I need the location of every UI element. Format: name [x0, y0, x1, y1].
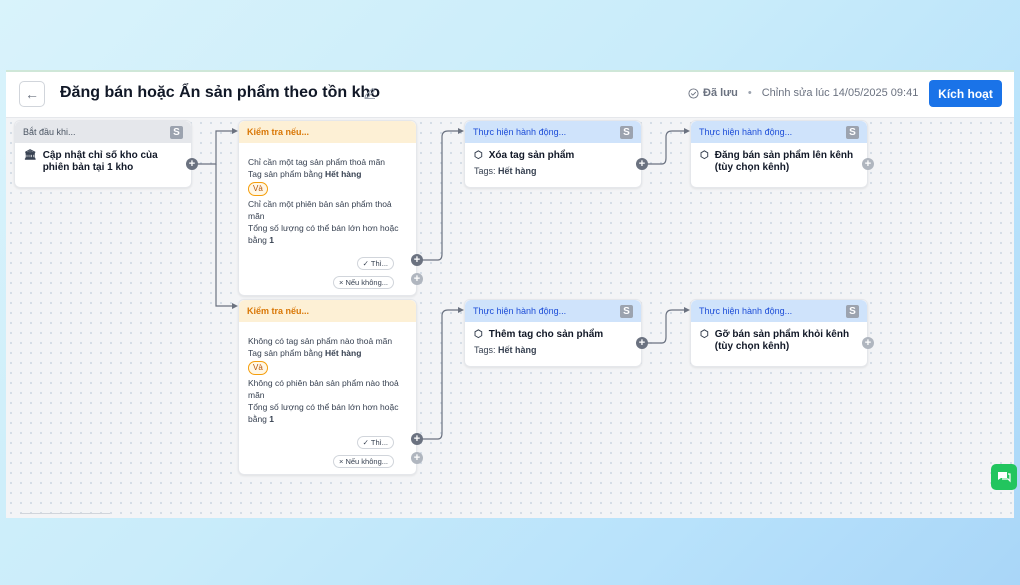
action-node-heading: Thực hiện hành động...: [699, 306, 793, 316]
workflow-editor: ← Đăng bán hoặc Ẩn sản phẩm theo tồn kho…: [6, 70, 1014, 518]
condition-rule-text: Tag sản phẩm bằng Hết hàng: [248, 348, 362, 358]
no-branch-chip[interactable]: × Nếu không...: [333, 276, 394, 289]
and-chip: Và: [248, 182, 268, 196]
sapo-logo-icon: S: [620, 304, 633, 318]
action-title: ⬡ Gỡ bán sản phẩm khỏi kênh (tùy chọn kê…: [700, 329, 858, 353]
back-button[interactable]: ←: [19, 81, 45, 107]
add-step-plus-icon[interactable]: +: [862, 337, 874, 349]
zoom-controls[interactable]: [20, 513, 110, 518]
chat-icon: [998, 472, 1011, 483]
condition-node-1-heading: Kiểm tra nếu...: [247, 127, 310, 137]
condition-node-2-body: Không có tag sản phẩm nào thoả mãn Tag s…: [239, 322, 416, 432]
saved-label: Đã lưu: [703, 87, 738, 99]
action-title-text: Thêm tag cho sản phẩm: [488, 329, 604, 340]
action-node-add-tag[interactable]: Thực hiện hành động... S ⬡ Thêm tag cho …: [464, 299, 642, 367]
action-node-header: Thực hiện hành động... S: [691, 300, 867, 322]
condition-node-2-heading: Kiểm tra nếu...: [247, 306, 310, 316]
condition-node-1-body: Chỉ cần một tag sản phẩm thoả mãn Tag sả…: [239, 143, 416, 253]
trigger-node-header: Bắt đầu khi... S: [15, 121, 191, 143]
condition-node-1[interactable]: Kiểm tra nếu... Chỉ cần một tag sản phẩm…: [238, 120, 417, 296]
arrow-left-icon: ←: [25, 86, 39, 102]
condition-rule-text: Không có phiên bản sản phẩm nào thoả mãn: [248, 378, 399, 400]
action-title: ⬡ Đăng bán sản phẩm lên kênh (tùy chọn k…: [700, 150, 858, 174]
box-icon: ⬡: [474, 329, 483, 340]
action-node-heading: Thực hiện hành động...: [473, 306, 567, 316]
add-step-plus-icon[interactable]: +: [186, 158, 198, 170]
add-step-plus-icon[interactable]: +: [411, 273, 423, 285]
condition-rule-text: Chỉ cần một phiên bản sản phẩm thoả mãn: [248, 199, 392, 221]
chat-button[interactable]: [991, 464, 1017, 490]
box-icon: ⬡: [700, 150, 709, 161]
activate-button[interactable]: Kích hoạt: [929, 80, 1002, 107]
action-tags: Tags: Hết hàng: [474, 345, 537, 355]
sapo-logo-icon: S: [620, 125, 633, 139]
condition-rule-text: Tag sản phẩm bằng Hết hàng: [248, 169, 362, 179]
trigger-node[interactable]: Bắt đầu khi... S 🏛 Cập nhật chỉ số kho c…: [14, 120, 192, 188]
condition-rule-text: Không có tag sản phẩm nào thoả mãn: [248, 336, 393, 346]
separator-dot: •: [747, 87, 752, 99]
action-node-publish[interactable]: Thực hiện hành động... S ⬡ Đăng bán sản …: [690, 120, 868, 188]
trigger-title-text: Cập nhật chỉ số kho của phiên bản tại 1 …: [42, 150, 158, 173]
action-title: ⬡ Thêm tag cho sản phẩm: [474, 329, 632, 341]
condition-node-2-header: Kiểm tra nếu...: [239, 300, 416, 322]
action-tags: Tags: Hết hàng: [474, 166, 537, 176]
warehouse-icon: 🏛: [24, 150, 37, 161]
action-title-text: Gỡ bán sản phẩm khỏi kênh (tùy chọn kênh…: [714, 329, 850, 352]
action-node-header: Thực hiện hành động... S: [465, 121, 641, 143]
action-title-text: Đăng bán sản phẩm lên kênh (tùy chọn kên…: [714, 150, 854, 173]
add-step-plus-icon[interactable]: +: [411, 433, 423, 445]
action-node-header: Thực hiện hành động... S: [465, 300, 641, 322]
yes-branch-chip[interactable]: ✓ Thì...: [356, 436, 394, 449]
action-node-header: Thực hiện hành động... S: [691, 121, 867, 143]
workflow-canvas[interactable]: Bắt đầu khi... S 🏛 Cập nhật chỉ số kho c…: [6, 118, 1014, 518]
trigger-title: 🏛 Cập nhật chỉ số kho của phiên bản tại …: [24, 150, 182, 174]
box-icon: ⬡: [474, 150, 483, 161]
box-icon: ⬡: [700, 329, 709, 340]
action-title: ⬡ Xóa tag sản phẩm: [474, 150, 632, 162]
condition-rule-text: Chỉ cần một tag sản phẩm thoả mãn: [248, 157, 386, 167]
action-node-remove-tag[interactable]: Thực hiện hành động... S ⬡ Xóa tag sản p…: [464, 120, 642, 188]
edited-timestamp: Chỉnh sửa lúc 14/05/2025 09:41: [761, 87, 919, 99]
and-chip: Và: [248, 361, 268, 375]
add-step-plus-icon[interactable]: +: [636, 337, 648, 349]
action-node-heading: Thực hiện hành động...: [699, 127, 793, 137]
no-branch-chip[interactable]: × Nếu không...: [333, 455, 394, 468]
condition-rule-text: Tổng số lượng có thể bán lớn hơn hoặc bằ…: [248, 402, 399, 424]
header-bar: ← Đăng bán hoặc Ẩn sản phẩm theo tồn kho…: [6, 72, 1014, 118]
condition-node-2[interactable]: Kiểm tra nếu... Không có tag sản phẩm nà…: [238, 299, 417, 475]
sapo-logo-icon: S: [846, 125, 859, 139]
page-title: Đăng bán hoặc Ẩn sản phẩm theo tồn kho: [60, 84, 381, 101]
condition-rule-text: Tổng số lượng có thể bán lớn hơn hoặc bằ…: [248, 223, 399, 245]
add-step-plus-icon[interactable]: +: [411, 254, 423, 266]
sapo-logo-icon: S: [846, 304, 859, 318]
action-node-heading: Thực hiện hành động...: [473, 127, 567, 137]
add-step-plus-icon[interactable]: +: [636, 158, 648, 170]
action-title-text: Xóa tag sản phẩm: [488, 150, 575, 161]
add-step-plus-icon[interactable]: +: [862, 158, 874, 170]
pencil-icon[interactable]: [363, 86, 377, 100]
sapo-logo-icon: S: [170, 125, 183, 139]
yes-branch-chip[interactable]: ✓ Thì...: [356, 257, 394, 270]
check-circle-icon: [688, 87, 699, 99]
action-node-unpublish[interactable]: Thực hiện hành động... S ⬡ Gỡ bán sản ph…: [690, 299, 868, 367]
trigger-node-heading: Bắt đầu khi...: [23, 127, 76, 137]
add-step-plus-icon[interactable]: +: [411, 452, 423, 464]
save-status: Đã lưu • Chỉnh sửa lúc 14/05/2025 09:41: [688, 87, 918, 99]
condition-node-1-header: Kiểm tra nếu...: [239, 121, 416, 143]
